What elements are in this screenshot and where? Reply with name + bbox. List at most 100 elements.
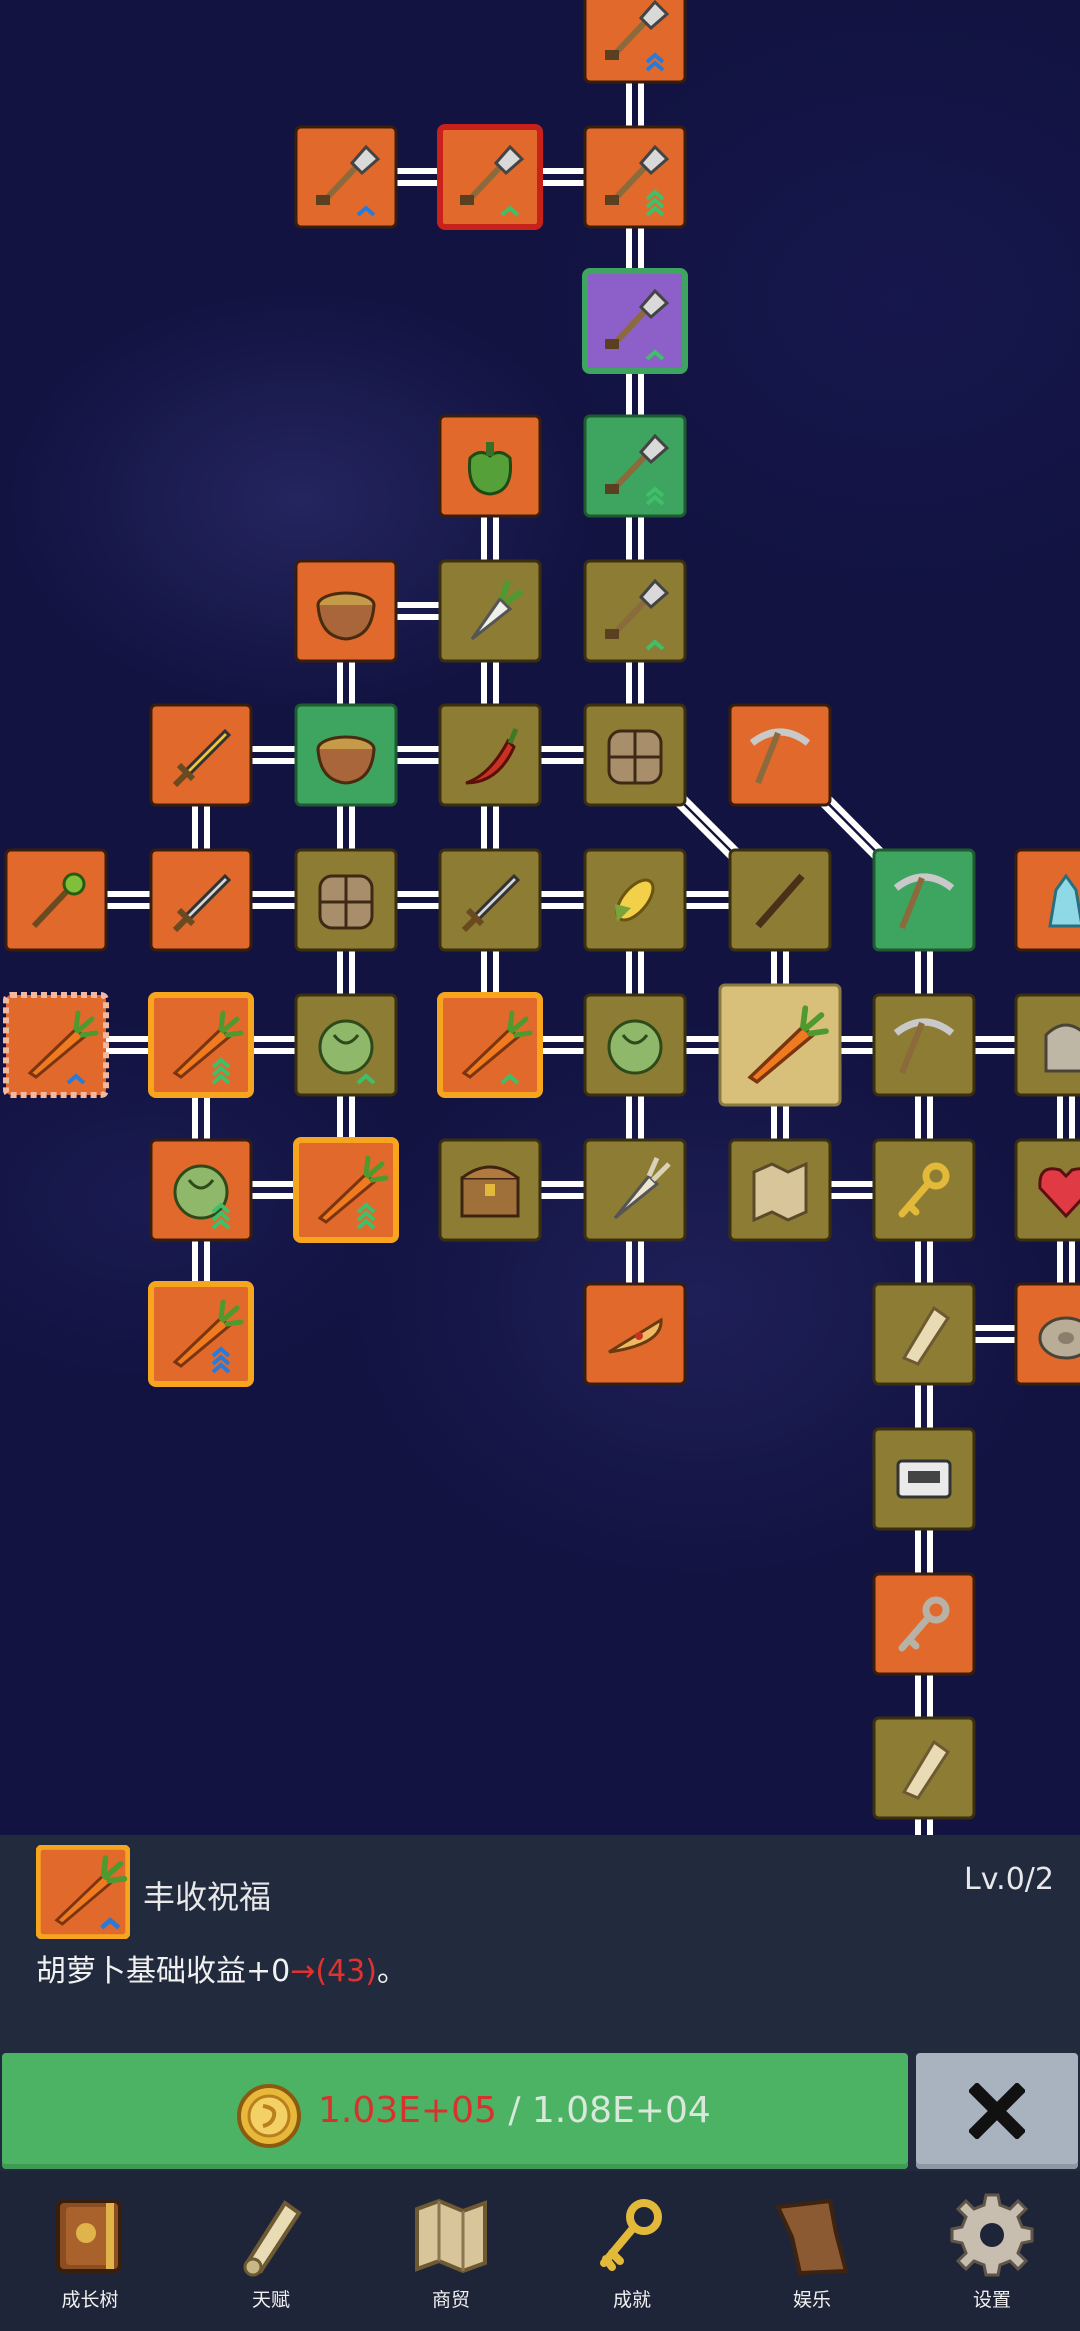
node-frame xyxy=(872,1716,976,1820)
node-frame xyxy=(294,559,398,663)
skill-node-carrot-3[interactable] xyxy=(437,992,543,1098)
node-frame xyxy=(872,848,976,952)
node-frame xyxy=(583,414,687,518)
nav-achievement[interactable]: 成就 xyxy=(572,2171,692,2331)
skill-node-chili[interactable] xyxy=(438,703,542,807)
skill-node-pickaxe-1[interactable] xyxy=(728,703,832,807)
skill-node-leek[interactable] xyxy=(583,1138,687,1242)
skill-node-shovel-red[interactable] xyxy=(437,124,543,230)
skill-node-staff[interactable] xyxy=(4,848,108,952)
skill-node-chest[interactable] xyxy=(438,1138,542,1242)
skill-node-shovel-green[interactable] xyxy=(583,414,687,518)
skill-node-cabbage-3[interactable] xyxy=(149,1138,253,1242)
skill-node-heart[interactable] xyxy=(1014,1138,1080,1242)
nav-talent[interactable]: 天赋 xyxy=(211,2171,331,2331)
nav-entertainment[interactable]: 娱乐 xyxy=(752,2171,872,2331)
node-frame xyxy=(437,992,543,1098)
skill-node-stone[interactable] xyxy=(1014,993,1080,1097)
nav-trade[interactable]: 商贸 xyxy=(391,2171,511,2331)
close-button[interactable] xyxy=(916,2053,1078,2169)
nav-label: 娱乐 xyxy=(792,2289,831,2311)
node-frame xyxy=(438,1138,542,1242)
skill-node-parchment[interactable] xyxy=(872,1716,976,1820)
nav-label: 成长树 xyxy=(61,2289,119,2311)
desc-arrow: → xyxy=(290,1954,316,1989)
skill-node-disc[interactable] xyxy=(1014,1282,1080,1386)
skill-node-cabbage-2[interactable] xyxy=(583,993,687,1097)
desc-new-value: (43) xyxy=(315,1954,377,1989)
bottom-navigation xyxy=(0,2171,1080,2331)
node-frame xyxy=(294,993,398,1097)
skill-node-corn[interactable] xyxy=(583,848,687,952)
cost-separator: / xyxy=(496,2090,532,2131)
skill-node-golden-sword[interactable] xyxy=(149,703,253,807)
skill-node-pickaxe-2[interactable] xyxy=(872,848,976,952)
node-frame xyxy=(1014,1138,1080,1242)
skill-node-sword-2[interactable] xyxy=(438,848,542,952)
skill-node-stick[interactable] xyxy=(728,848,832,952)
nav-label: 设置 xyxy=(972,2289,1011,2311)
skill-node-pepper[interactable] xyxy=(438,414,542,518)
node-frame xyxy=(148,992,254,1098)
node-frame xyxy=(437,124,543,230)
map-icon xyxy=(415,2198,487,2274)
node-frame xyxy=(583,0,687,84)
node-frame xyxy=(294,125,398,229)
skill-node-bowl-1[interactable] xyxy=(294,559,398,663)
node-frame xyxy=(872,993,976,1097)
node-frame xyxy=(1014,993,1080,1097)
node-frame xyxy=(872,1282,976,1386)
nav-label: 成就 xyxy=(612,2289,651,2311)
skill-node-carrot-blessing[interactable] xyxy=(3,992,109,1098)
skill-node-backpack-1[interactable] xyxy=(583,703,687,807)
upgrade-cost: 1.03E+05 / 1.08E+04 xyxy=(318,2090,711,2131)
node-frame xyxy=(294,848,398,952)
skill-node-carrot-2[interactable] xyxy=(148,992,254,1098)
node-frame xyxy=(583,993,687,1097)
skill-node-carrot-4[interactable] xyxy=(293,1137,399,1243)
nav-settings[interactable]: 设置 xyxy=(932,2171,1052,2331)
node-frame xyxy=(583,559,687,663)
skill-node-key-iron[interactable] xyxy=(872,1572,976,1676)
skill-node-crystal[interactable] xyxy=(1014,848,1080,952)
node-frame xyxy=(149,703,253,807)
node-frame xyxy=(583,1138,687,1242)
skill-node-cassette[interactable] xyxy=(872,1427,976,1531)
skill-node-key-gold[interactable] xyxy=(872,1138,976,1242)
nav-growth-tree[interactable]: 成长树 xyxy=(30,2171,150,2331)
book-icon xyxy=(56,2199,122,2273)
skill-node-shovel-a[interactable] xyxy=(294,125,398,229)
skill-node-radish[interactable] xyxy=(438,559,542,663)
skill-node-cabbage-1[interactable] xyxy=(294,993,398,1097)
skill-node-shovel-b[interactable] xyxy=(583,125,687,229)
node-frame xyxy=(1014,848,1080,952)
node-frame xyxy=(438,848,542,952)
skill-node-pizza[interactable] xyxy=(583,1282,687,1386)
skill-node-sword-1[interactable] xyxy=(149,848,253,952)
node-frame xyxy=(149,848,253,952)
node-frame xyxy=(718,983,842,1107)
skill-node-carrot-5[interactable] xyxy=(148,1281,254,1387)
node-frame xyxy=(872,1138,976,1242)
skill-node-shovel-top[interactable] xyxy=(583,0,687,84)
node-frame xyxy=(293,1137,399,1243)
coins-owned: 1.03E+05 xyxy=(318,2090,497,2131)
skill-node-scroll[interactable] xyxy=(872,1282,976,1386)
skill-node-pickaxe-3[interactable] xyxy=(872,993,976,1097)
node-frame xyxy=(583,703,687,807)
skill-node-bowl-2[interactable] xyxy=(294,703,398,807)
skill-description: 胡萝卜基础收益+0→(43)。 xyxy=(36,1946,407,1990)
skill-tree[interactable] xyxy=(0,0,1080,1950)
cloth-icon xyxy=(775,2198,849,2276)
nav-label: 天赋 xyxy=(251,2289,290,2311)
desc-prefix: 胡萝卜基础收益+0 xyxy=(36,1954,291,1989)
desc-suffix: 。 xyxy=(376,1954,407,1989)
skill-node-carrot-center[interactable] xyxy=(718,983,842,1107)
skill-node-map[interactable] xyxy=(728,1138,832,1242)
skill-node-shovel-purple[interactable] xyxy=(582,268,688,374)
key-icon xyxy=(600,2199,662,2271)
skill-node-backpack-2[interactable] xyxy=(294,848,398,952)
skill-node-shovel-c[interactable] xyxy=(583,559,687,663)
node-frame xyxy=(583,848,687,952)
close-x-icon xyxy=(969,2083,1025,2139)
